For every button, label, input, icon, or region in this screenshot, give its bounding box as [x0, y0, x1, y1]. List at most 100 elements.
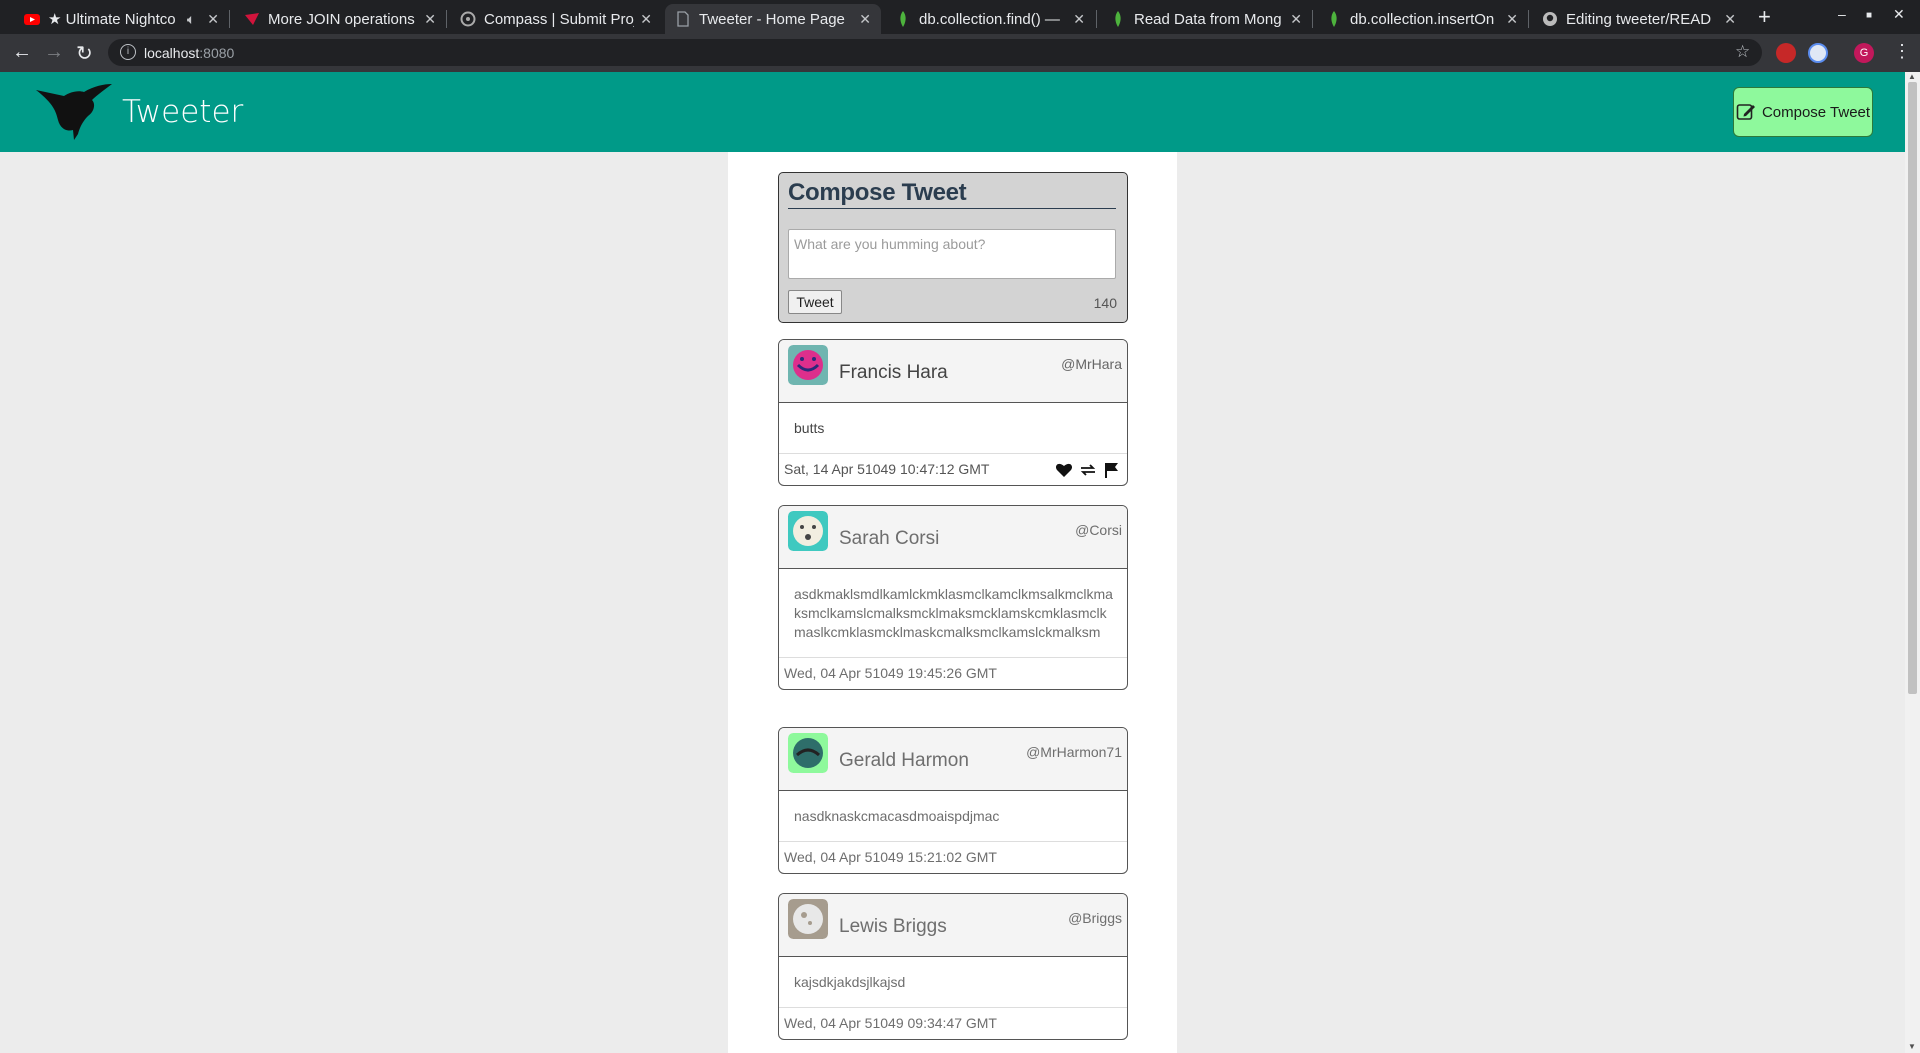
retweet-icon[interactable] — [1079, 461, 1097, 479]
browser-tab[interactable]: db.collection.insertOn ✕ — [1316, 4, 1528, 34]
page-viewport: Tweeter Compose Tweet Compose Tweet What… — [0, 72, 1905, 1053]
tweet-footer: Wed, 04 Apr 51049 19:45:26 GMT — [779, 657, 1127, 689]
browser-tab[interactable]: Compass | Submit Proj ✕ — [450, 4, 662, 34]
scrollbar-thumb[interactable] — [1908, 82, 1917, 694]
tab-title: Editing tweeter/READ — [1566, 10, 1712, 28]
tweet-footer: Wed, 04 Apr 51049 09:34:47 GMT — [779, 1007, 1127, 1039]
browser-tab[interactable]: Read Data from Mong ✕ — [1100, 4, 1312, 34]
speaker-icon[interactable]: 🔈︎ — [187, 11, 195, 28]
tweet-date: Sat, 14 Apr 51049 10:47:12 GMT — [784, 461, 990, 477]
browser-tab-active[interactable]: Tweeter - Home Page ✕ — [665, 4, 881, 34]
tweet-header: Gerald Harmon @MrHarmon71 — [779, 728, 1127, 791]
user-avatar — [788, 511, 828, 551]
sqlzoo-icon — [244, 11, 260, 27]
browser-tab[interactable]: More JOIN operations ✕ — [234, 4, 446, 34]
bookmark-star-icon[interactable]: ☆ — [1735, 42, 1750, 62]
brand-title: Tweeter — [122, 94, 244, 130]
tab-title: Compass | Submit Proj — [484, 10, 635, 28]
browser-toolbar: ← → ↻ i localhost:8080 ☆ G ⋮ — [0, 34, 1920, 72]
reload-icon[interactable]: ↻ — [76, 41, 93, 66]
tab-title: More JOIN operations — [268, 10, 415, 28]
close-icon[interactable]: ✕ — [859, 11, 871, 28]
tweet-card: Gerald Harmon @MrHarmon71 nasdknaskcmaca… — [778, 727, 1128, 874]
tweet-card: Lewis Briggs @Briggs kajsdkjakdsjlkajsd … — [778, 893, 1128, 1040]
extension-icon[interactable] — [1808, 43, 1828, 63]
tweet-text: asdkmaklsmdlkamlckmklasmclkamclkmsalkmcl… — [794, 586, 1113, 640]
tweet-textarea[interactable]: What are you humming about? — [788, 229, 1116, 279]
forward-arrow-icon[interactable]: → — [44, 41, 64, 64]
url-host: localhost — [144, 44, 200, 61]
close-icon[interactable]: ✕ — [1724, 11, 1736, 28]
tweet-header: Lewis Briggs @Briggs — [779, 894, 1127, 957]
github-icon — [1542, 11, 1558, 27]
tab-title: Tweeter - Home Page — [699, 10, 845, 28]
user-name: Lewis Briggs — [839, 916, 947, 937]
close-icon[interactable]: ✕ — [424, 11, 436, 28]
user-handle: @MrHarmon71 — [1026, 744, 1122, 760]
browser-tab[interactable]: db.collection.find() — ✕ — [885, 4, 1095, 34]
close-icon[interactable]: ✕ — [1073, 11, 1085, 28]
tweet-card: Sarah Corsi @Corsi asdkmaklsmdlkamlckmkl… — [778, 505, 1128, 690]
menu-dots-icon[interactable]: ⋮ — [1893, 41, 1911, 62]
tweet-date: Wed, 04 Apr 51049 15:21:02 GMT — [784, 849, 997, 865]
tab-title: Read Data from Mong — [1134, 10, 1282, 28]
heart-icon[interactable] — [1055, 461, 1073, 479]
tweet-submit-button[interactable]: Tweet — [788, 290, 842, 314]
flag-icon[interactable] — [1103, 461, 1121, 479]
maximize-button[interactable]: ■ — [1866, 10, 1872, 21]
user-name: Francis Hara — [839, 362, 948, 383]
user-avatar — [788, 733, 828, 773]
close-window-button[interactable]: ✕ — [1893, 6, 1905, 23]
compass-icon — [460, 11, 476, 27]
tweet-text: nasdknaskcmacasdmoaispdjmac — [794, 808, 1000, 824]
mongodb-leaf-icon — [1110, 11, 1126, 27]
user-handle: @Corsi — [1075, 522, 1122, 538]
tab-title: db.collection.insertOn — [1350, 10, 1495, 28]
profile-avatar[interactable]: G — [1854, 43, 1874, 63]
user-handle: @MrHara — [1061, 356, 1122, 372]
extension-icon[interactable] — [1776, 43, 1796, 63]
close-icon[interactable]: ✕ — [1506, 11, 1518, 28]
url-port: :8080 — [199, 44, 235, 61]
hummingbird-logo-icon — [36, 84, 112, 140]
close-icon[interactable]: ✕ — [640, 11, 652, 28]
compose-title: Compose Tweet — [788, 179, 1116, 209]
address-bar[interactable]: i localhost:8080 — [108, 39, 1762, 66]
app-header: Tweeter Compose Tweet — [0, 72, 1905, 152]
close-icon[interactable]: ✕ — [1290, 11, 1302, 28]
browser-tab[interactable]: Editing tweeter/READ ✕ — [1532, 4, 1746, 34]
scroll-up-arrow-icon[interactable]: ▲ — [1908, 72, 1916, 81]
tweet-header: Sarah Corsi @Corsi — [779, 506, 1127, 569]
minimize-button[interactable]: – — [1838, 6, 1846, 22]
user-avatar — [788, 899, 828, 939]
user-name: Sarah Corsi — [839, 528, 940, 549]
tweet-header: Francis Hara @MrHara — [779, 340, 1127, 403]
user-handle: @Briggs — [1068, 910, 1122, 926]
info-icon[interactable]: i — [120, 44, 136, 60]
tab-title: db.collection.find() — — [919, 10, 1060, 28]
tweet-date: Wed, 04 Apr 51049 19:45:26 GMT — [784, 665, 997, 681]
browser-tab[interactable]: ★ Ultimate Nightco 🔈︎ ✕ — [14, 4, 229, 34]
user-avatar — [788, 345, 828, 385]
tweet-text: kajsdkjakdsjlkajsd — [794, 974, 906, 990]
compose-tweet-panel: Compose Tweet What are you humming about… — [778, 172, 1128, 323]
page-icon — [675, 11, 691, 27]
tweet-footer: Sat, 14 Apr 51049 10:47:12 GMT — [779, 453, 1127, 485]
page-scrollbar[interactable]: ▲ ▼ — [1905, 72, 1920, 1053]
back-arrow-icon[interactable]: ← — [12, 41, 32, 64]
edit-icon — [1736, 104, 1755, 120]
tweet-card: Francis Hara @MrHara butts Sat, 14 Apr 5… — [778, 339, 1128, 486]
scroll-down-arrow-icon[interactable]: ▼ — [1908, 1042, 1916, 1051]
mongodb-leaf-icon — [895, 11, 911, 27]
main-column: Compose Tweet What are you humming about… — [728, 152, 1177, 1053]
user-name: Gerald Harmon — [839, 750, 969, 771]
tweet-date: Wed, 04 Apr 51049 09:34:47 GMT — [784, 1015, 997, 1031]
tweet-text: butts — [794, 420, 825, 436]
tab-title: ★ Ultimate Nightco — [48, 11, 176, 28]
browser-tab-strip: ★ Ultimate Nightco 🔈︎ ✕ More JOIN operat… — [0, 0, 1920, 34]
close-icon[interactable]: ✕ — [207, 11, 219, 28]
compose-tweet-button[interactable]: Compose Tweet — [1733, 87, 1873, 137]
compose-button-label: Compose Tweet — [1761, 103, 1871, 121]
mongodb-leaf-icon — [1326, 11, 1342, 27]
new-tab-button[interactable]: + — [1758, 4, 1771, 30]
